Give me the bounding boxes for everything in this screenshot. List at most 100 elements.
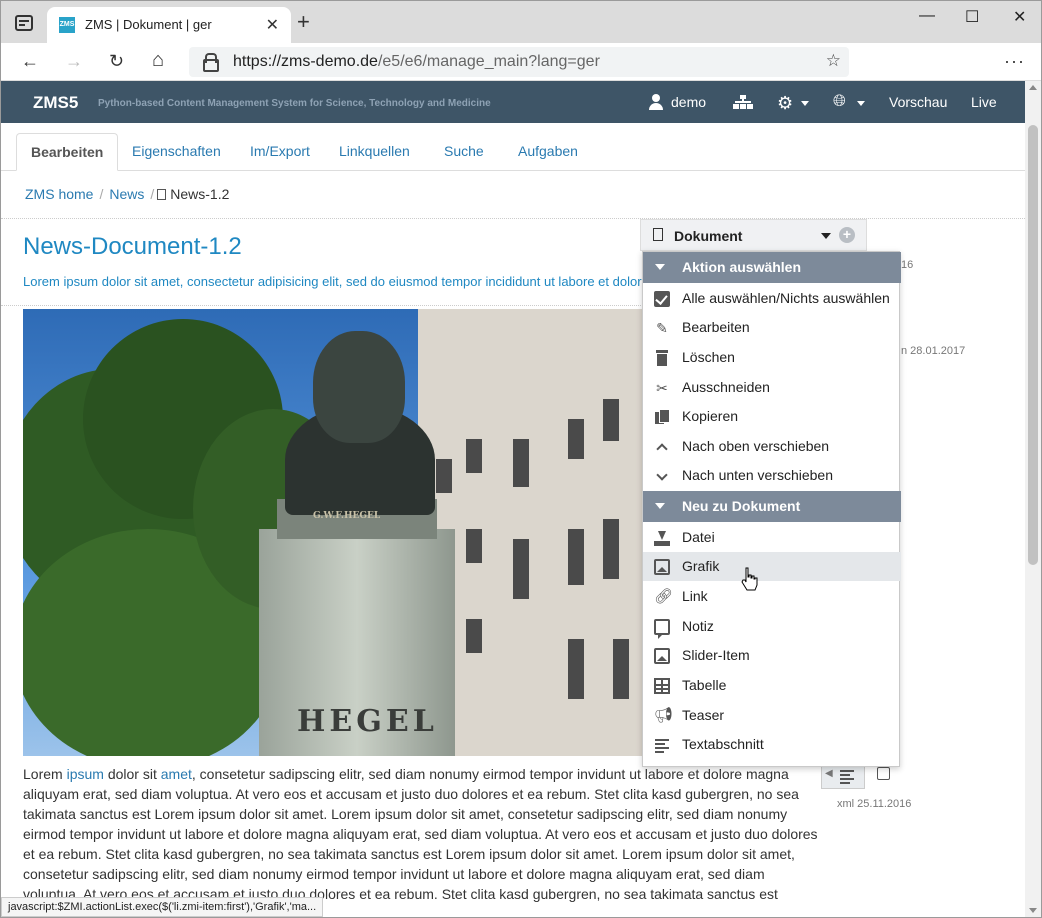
breadcrumb-news[interactable]: News [109,186,144,202]
menu-item-notiz[interactable]: Notiz [643,612,901,641]
menu-item-move-down[interactable]: Nach unten verschieben [643,461,901,490]
scroll-up-icon[interactable] [1029,85,1037,90]
image-head [313,331,405,443]
user-name[interactable]: demo [671,94,706,110]
menu-item-tabelle[interactable]: Tabelle [643,671,901,700]
image-icon [654,559,670,575]
building-window [436,459,452,493]
new-tab-button[interactable]: + [297,11,310,33]
menu-item-label: Löschen [682,349,735,365]
tab-bearbeiten[interactable]: Bearbeiten [16,133,119,171]
building-window [513,539,529,599]
live-link[interactable]: Live [971,94,997,110]
tab-suche[interactable]: Suche [430,133,498,171]
menu-item-grafik[interactable]: Grafik [643,552,901,581]
minimize-button[interactable]: — [919,7,935,25]
caret-down-icon [655,264,665,270]
breadcrumb-home[interactable]: ZMS home [25,186,93,202]
scissors-icon: ✂ [656,380,668,396]
menu-item-label: Nach unten verschieben [682,467,833,483]
caret-down-icon[interactable] [821,233,831,239]
bust-engraving: G.W.F.HEGEL [313,511,381,521]
menu-item-label: Notiz [682,618,714,634]
tab-aufgaben[interactable]: Aufgaben [504,133,592,171]
tab-eigenschaften[interactable]: Eigenschaften [118,133,235,171]
building-window [466,619,482,653]
vertical-scrollbar[interactable] [1025,81,1041,917]
scroll-down-icon[interactable] [1029,908,1037,913]
menu-item-teaser[interactable]: 📢︎ Teaser [643,701,901,730]
tab-linkquellen[interactable]: Linkquellen [325,133,424,171]
menu-section-title: Aktion auswählen [682,259,802,275]
bullhorn-icon: 📢︎ [654,707,674,724]
add-favorite-icon[interactable]: ☆ [826,51,841,71]
window-close-button[interactable]: ✕ [1013,7,1026,27]
url-text[interactable]: https://zms-demo.de/e5/e6/manage_main?la… [233,53,600,71]
body-link[interactable]: amet [161,766,192,782]
menu-item-slider-item[interactable]: Slider-Item [643,641,901,670]
tab-actions-icon[interactable] [15,15,33,31]
menu-item-datei[interactable]: Datei [643,523,901,552]
settings-more-button[interactable]: ··· [1004,51,1025,72]
zms-logo[interactable]: ZMS5 [33,93,78,113]
lock-icon[interactable] [203,53,219,72]
document-type-label: Dokument [674,228,743,244]
menu-item-delete[interactable]: Löschen [643,343,901,372]
tab-strip: ZMS ZMS | Dokument | ger ✕ + — ☐ ✕ [1,1,1041,43]
maximize-button[interactable]: ☐ [965,7,979,27]
forward-button[interactable]: → [65,51,83,72]
home-button[interactable]: ⌂ [152,49,164,72]
menu-item-label: Slider-Item [682,647,750,663]
sitemap-icon[interactable] [733,95,753,109]
scroll-thumb[interactable] [1028,125,1038,565]
body-text-part: , consetetur sadipscing elitr, sed diam … [23,766,818,917]
menu-item-label: Tabelle [682,677,727,693]
chevron-down-icon [654,468,670,484]
body-text-part: dolor sit [103,766,161,782]
caret-down-icon [655,503,665,509]
menu-item-edit[interactable]: ✎ Bearbeiten [643,313,901,342]
breadcrumb: ZMS home / News / News-1.2 [25,186,229,202]
tab-close-icon[interactable]: ✕ [266,15,279,35]
gear-icon[interactable]: ⚙ [777,93,793,114]
building-window [568,639,584,699]
tab-title: ZMS | Dokument | ger [85,17,212,32]
menu-item-move-up[interactable]: Nach oben verschieben [643,432,901,461]
preview-link[interactable]: Vorschau [889,94,947,110]
user-icon[interactable] [649,94,663,110]
copy-icon [654,409,670,425]
lead-text: Lorem ipsum dolor sit amet, consectetur … [23,274,642,289]
globe-icon[interactable]: 🌐︎ [833,93,846,111]
menu-item-label: Textabschnitt [682,736,764,752]
menu-item-label: Link [682,588,708,604]
back-button[interactable]: ← [21,51,39,72]
link-icon: 🔗︎ [654,588,674,605]
address-bar[interactable]: https://zms-demo.de/e5/e6/manage_main?la… [189,47,849,77]
hegel-bust-image[interactable]: G.W.F.HEGEL HEGEL [23,309,653,756]
building-window [466,529,482,563]
menu-item-cut[interactable]: ✂ Ausschneiden [643,373,901,402]
browser-tab[interactable]: ZMS ZMS | Dokument | ger ✕ [47,7,291,43]
item-checkbox[interactable] [877,767,890,780]
menu-item-label: Bearbeiten [682,319,750,335]
body-text: Lorem ipsum dolor sit amet, consetetur s… [23,764,818,917]
align-left-icon [654,737,670,753]
menu-item-copy[interactable]: Kopieren [643,402,901,431]
menu-item-textabschnitt[interactable]: Textabschnitt [643,730,901,759]
body-link[interactable]: ipsum [67,766,104,782]
trash-icon [654,350,670,366]
gear-caret-icon [801,101,809,106]
tab-im-export[interactable]: Im/Export [236,133,324,171]
menu-item-select-all[interactable]: Alle auswählen/Nichts auswählen [643,284,901,313]
menu-item-label: Datei [682,529,715,545]
body-text-part: Lorem [23,766,67,782]
building-window [513,439,529,487]
document-type-selector[interactable]: Dokument + [640,219,867,251]
reload-button[interactable]: ↻ [109,51,124,72]
menu-item-link[interactable]: 🔗︎ Link [643,582,901,611]
url-path: /e5/e6/manage_main?lang=ger [377,53,600,70]
add-icon[interactable]: + [839,227,855,243]
browser-window: ZMS ZMS | Dokument | ger ✕ + — ☐ ✕ ← → ↻… [0,0,1042,918]
breadcrumb-separator: / [99,186,104,202]
page-title[interactable]: News-Document-1.2 [23,233,242,261]
